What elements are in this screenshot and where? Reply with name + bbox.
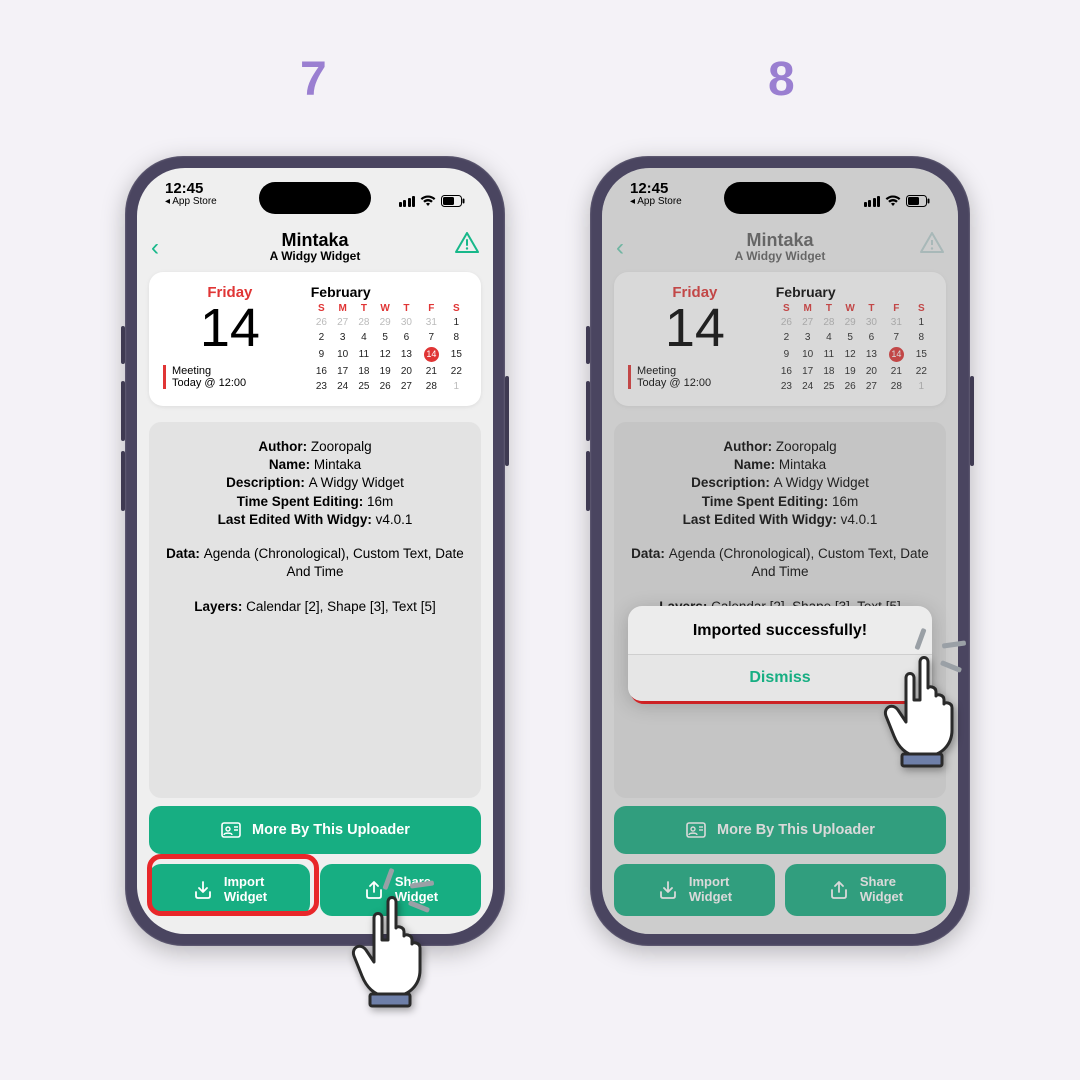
more-by-uploader-label: More By This Uploader bbox=[252, 822, 410, 838]
import-widget-button[interactable]: ImportWidget bbox=[149, 864, 310, 916]
widget-day-number: 14 bbox=[628, 301, 762, 355]
import-success-alert: Imported successfully! Dismiss bbox=[628, 606, 932, 701]
back-chevron-icon[interactable]: ‹ bbox=[151, 234, 159, 262]
back-to-app-link[interactable]: ◂ App Store bbox=[630, 196, 682, 207]
import-icon bbox=[192, 880, 214, 900]
step-number-8: 8 bbox=[768, 52, 795, 107]
more-by-uploader-button[interactable]: More By This Uploader bbox=[614, 806, 946, 854]
widget-day-number: 14 bbox=[163, 301, 297, 355]
wifi-icon bbox=[885, 195, 901, 207]
alert-title: Imported successfully! bbox=[628, 606, 932, 654]
widget-meta-panel: Author: Zooropalg Name: Mintaka Descript… bbox=[149, 422, 481, 798]
wifi-icon bbox=[420, 195, 436, 207]
step-number-7: 7 bbox=[300, 52, 327, 107]
page-title: Mintaka bbox=[270, 230, 361, 251]
share-widget-button[interactable]: ShareWidget bbox=[785, 864, 946, 916]
widget-month: February bbox=[311, 284, 467, 300]
battery-icon bbox=[441, 195, 465, 207]
import-widget-button[interactable]: ImportWidget bbox=[614, 864, 775, 916]
dynamic-island bbox=[724, 182, 836, 214]
status-time: 12:45 bbox=[165, 180, 217, 197]
widget-event-time: Today @ 12:00 bbox=[637, 377, 762, 389]
nav-bar: ‹ Mintaka A Widgy Widget bbox=[602, 224, 958, 268]
widget-month: February bbox=[776, 284, 932, 300]
page-subtitle: A Widgy Widget bbox=[735, 249, 826, 263]
cellular-icon bbox=[399, 196, 416, 207]
phone-mockup-step8: 12:45 ◂ App Store ‹ Mintaka A Widgy Widg… bbox=[590, 156, 970, 946]
import-icon bbox=[657, 880, 679, 900]
widget-preview-card: Friday 14 Meeting Today @ 12:00 February… bbox=[149, 272, 481, 406]
phone-mockup-step7: 12:45 ◂ App Store ‹ Mintaka A Widgy Widg… bbox=[125, 156, 505, 946]
widget-calendar-grid: SMTWTFS262728293031123456789101112131415… bbox=[776, 302, 932, 394]
status-time: 12:45 bbox=[630, 180, 682, 197]
person-card-icon bbox=[220, 822, 242, 838]
back-chevron-icon: ‹ bbox=[616, 234, 624, 262]
dismiss-button[interactable]: Dismiss bbox=[628, 654, 932, 701]
share-widget-button[interactable]: ShareWidget bbox=[320, 864, 481, 916]
nav-bar: ‹ Mintaka A Widgy Widget bbox=[137, 224, 493, 268]
widget-event-time: Today @ 12:00 bbox=[172, 377, 297, 389]
widget-event-title: Meeting bbox=[172, 365, 297, 377]
widget-event-title: Meeting bbox=[637, 365, 762, 377]
more-by-uploader-button[interactable]: More By This Uploader bbox=[149, 806, 481, 854]
cellular-icon bbox=[864, 196, 881, 207]
share-icon bbox=[363, 880, 385, 900]
back-to-app-link[interactable]: ◂ App Store bbox=[165, 196, 217, 207]
widget-preview-card: Friday 14 Meeting Today @ 12:00 February… bbox=[614, 272, 946, 406]
page-title: Mintaka bbox=[735, 230, 826, 251]
dynamic-island bbox=[259, 182, 371, 214]
share-icon bbox=[828, 880, 850, 900]
widget-calendar-grid: SMTWTFS262728293031123456789101112131415… bbox=[311, 302, 467, 394]
person-card-icon bbox=[685, 822, 707, 838]
warning-icon bbox=[920, 232, 944, 259]
page-subtitle: A Widgy Widget bbox=[270, 249, 361, 263]
warning-icon[interactable] bbox=[455, 232, 479, 259]
battery-icon bbox=[906, 195, 930, 207]
